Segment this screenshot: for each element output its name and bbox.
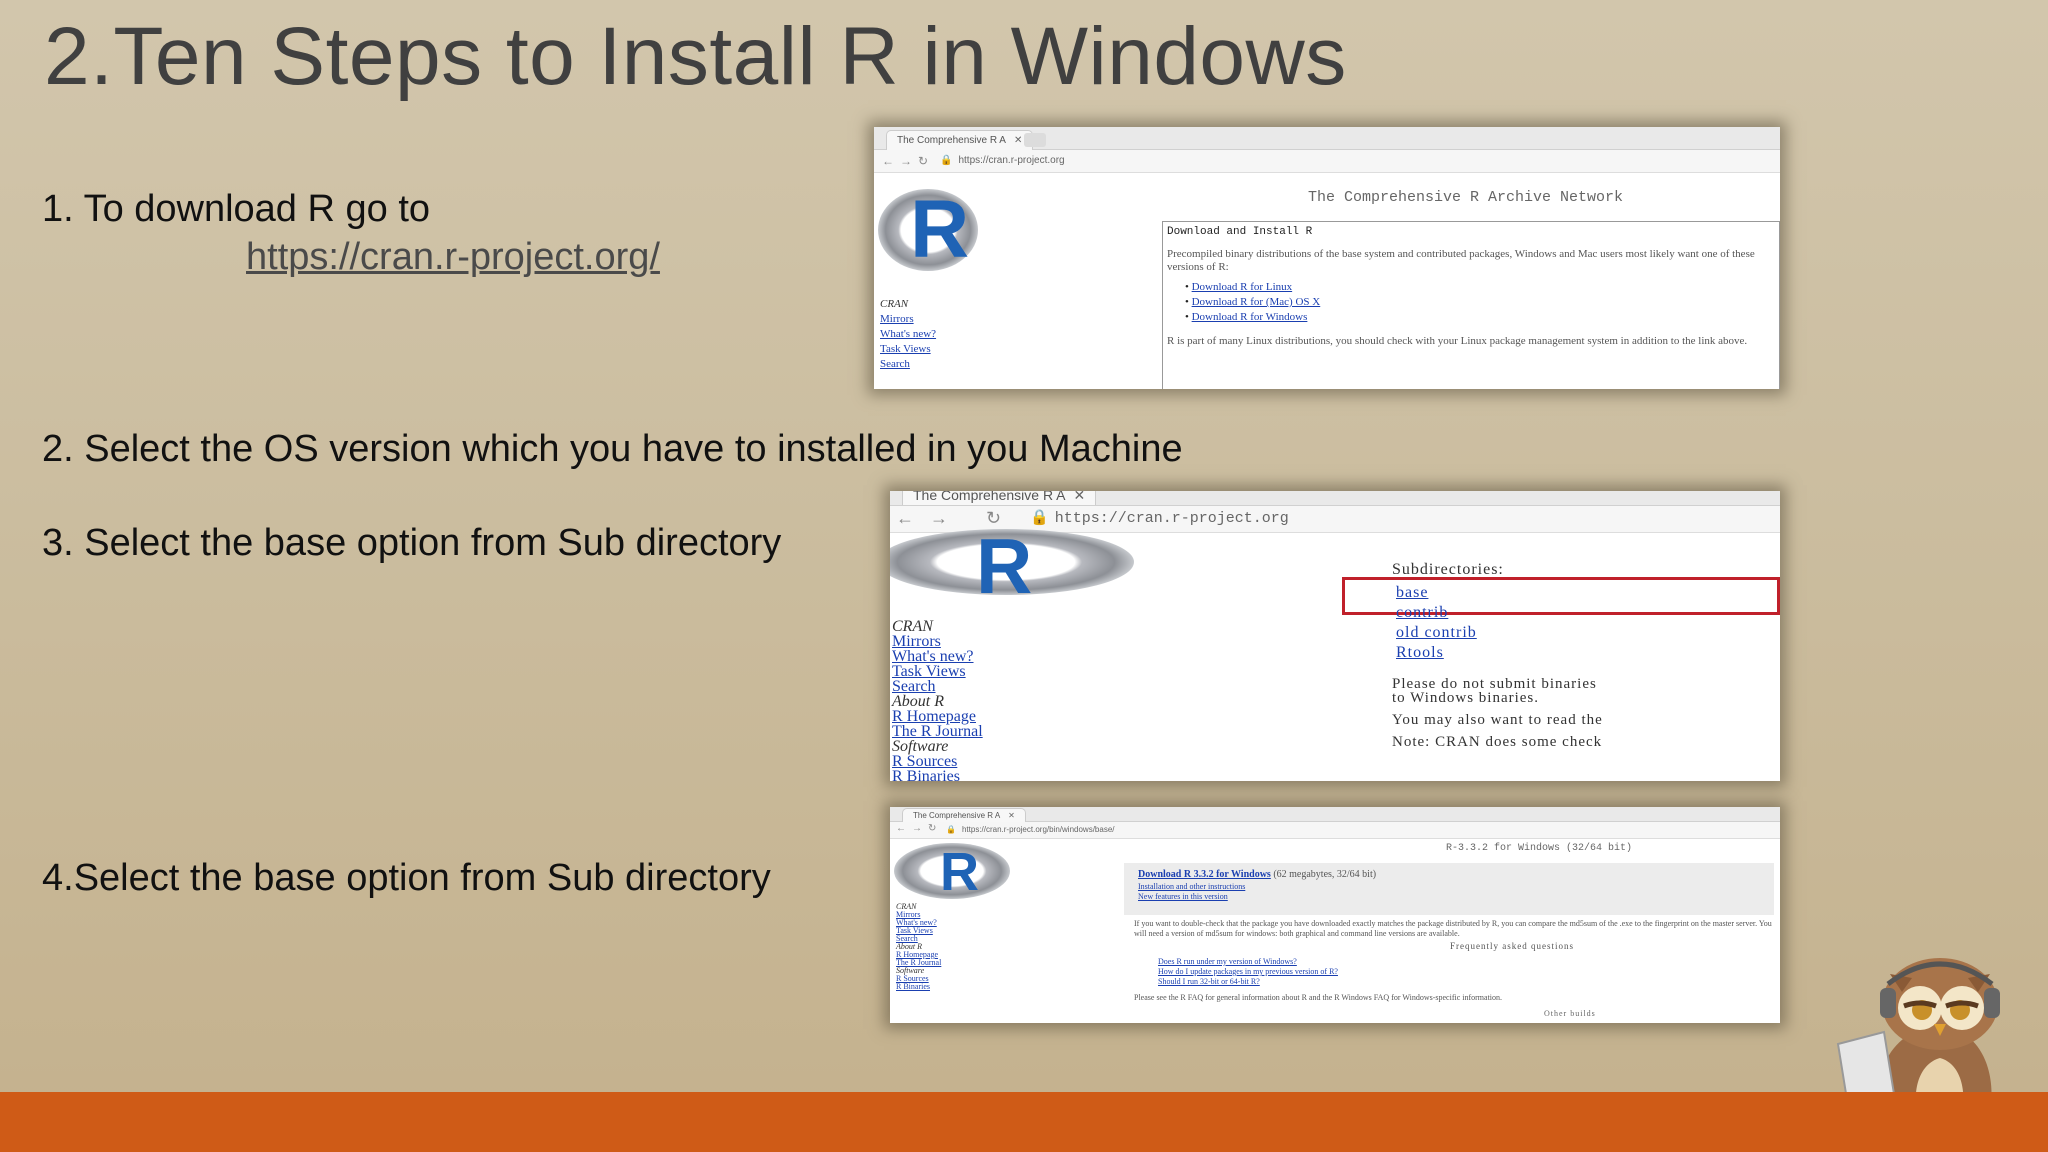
back-icon[interactable]: ← — [882, 154, 894, 168]
side-nav-cran: CRAN — [880, 298, 909, 310]
windows-page-heading: R-3.3.2 for Windows (32/64 bit) — [1446, 843, 1633, 854]
subdir-contrib[interactable]: contrib — [1396, 603, 1477, 623]
download-box-footer: R is part of many Linux distributions, y… — [1167, 335, 1748, 347]
side-nav-whats-new[interactable]: What's new? — [892, 649, 983, 665]
faq-heading: Frequently asked questions — [1450, 941, 1574, 951]
close-tab-icon[interactable]: ✕ — [1008, 811, 1015, 820]
url-field[interactable]: 🔒 https://cran.r-project.org — [1030, 509, 1289, 529]
side-nav-task-views[interactable]: Task Views — [892, 664, 983, 680]
address-bar: ← → ↻ 🔒 https://cran.r-project.org — [874, 150, 1780, 173]
url-field[interactable]: 🔒 https://cran.r-project.org — [940, 153, 1065, 168]
forward-icon[interactable]: → — [900, 154, 912, 168]
back-icon[interactable]: ← — [896, 823, 906, 834]
step-3-text: 3. Select the base option from Sub direc… — [42, 522, 782, 564]
step-1-text: 1. To download R go to — [42, 188, 431, 230]
side-nav-task-views[interactable]: Task Views — [880, 342, 936, 357]
faq-item[interactable]: Does R run under my version of Windows? — [1158, 957, 1338, 967]
side-nav-homepage[interactable]: R Homepage — [892, 709, 983, 725]
faq-footer-text: Please see the R FAQ for general informa… — [1134, 993, 1503, 1002]
side-nav-binaries[interactable]: R Binaries — [896, 983, 941, 991]
r-logo-letter: R — [976, 522, 1033, 610]
download-panel: Download R 3.3.2 for Windows (62 megabyt… — [1124, 863, 1774, 915]
subdir-rtools[interactable]: Rtools — [1396, 643, 1477, 663]
note-para3: Note: CRAN does some check — [1392, 734, 1603, 750]
new-tab-icon[interactable] — [1024, 133, 1046, 147]
side-nav-mirrors[interactable]: Mirrors — [892, 634, 983, 650]
forward-icon[interactable]: → — [912, 823, 922, 834]
r-logo-letter: R — [940, 842, 979, 902]
browser-tab-bar: The Comprehensive R A ✕ — [890, 807, 1780, 822]
browser-tab[interactable]: The Comprehensive R A ✕ — [886, 130, 1034, 150]
url-field[interactable]: 🔒 https://cran.r-project.org/bin/windows/… — [946, 824, 1114, 836]
cran-side-nav: CRAN Mirrors What's new? Task Views Sear… — [892, 619, 983, 782]
md5-paragraph: If you want to double-check that the pac… — [1134, 919, 1772, 938]
subdir-base[interactable]: base — [1396, 583, 1477, 603]
cran-home-screenshot: The Comprehensive R A ✕ ← → ↻ 🔒 https://cr… — [874, 127, 1780, 389]
note-para2: You may also want to read the — [1392, 712, 1603, 728]
new-features-link[interactable]: New features in this version — [1138, 892, 1774, 902]
subdir-old-contrib[interactable]: old contrib — [1396, 623, 1477, 643]
windows-download-screenshot: The Comprehensive R A ✕ ← → ↻ 🔒 https://cr… — [890, 807, 1780, 1023]
browser-tab[interactable]: The Comprehensive R A ✕ — [902, 491, 1097, 505]
browser-tab-bar: The Comprehensive R A ✕ — [890, 491, 1780, 506]
faq-list: Does R run under my version of Windows? … — [1158, 957, 1338, 987]
cran-heading: The Comprehensive R Archive Network — [1308, 189, 1624, 206]
side-nav-journal[interactable]: The R Journal — [892, 724, 983, 740]
installation-instructions-link[interactable]: Installation and other instructions — [1138, 882, 1774, 892]
cran-side-nav: CRAN Mirrors What's new? Task Views Sear… — [880, 297, 936, 372]
back-icon[interactable]: ← — [896, 508, 914, 529]
address-bar: ← → ↻ 🔒 https://cran.r-project.org/bin/wi… — [890, 822, 1780, 839]
lock-icon: 🔒 — [940, 155, 953, 166]
link-windows[interactable]: • Download R for Windows — [1185, 310, 1779, 325]
download-box-text: Precompiled binary distributions of the … — [1167, 248, 1755, 273]
note-para1b: to Windows binaries. — [1392, 690, 1540, 706]
side-nav-search[interactable]: Search — [892, 679, 983, 695]
step-2-text: 2. Select the OS version which you have … — [42, 428, 1183, 470]
faq-item[interactable]: How do I update packages in my previous … — [1158, 967, 1338, 977]
download-box: Download and Install R Precompiled binar… — [1162, 221, 1780, 389]
side-nav-search[interactable]: Search — [880, 357, 936, 372]
browser-tab[interactable]: The Comprehensive R A ✕ — [902, 808, 1026, 822]
subdirectories-notes: Please do not submit binaries to Windows… — [1392, 676, 1603, 750]
download-meta: (62 megabytes, 32/64 bit) — [1273, 869, 1377, 880]
link-linux[interactable]: • Download R for Linux — [1185, 280, 1779, 295]
download-r-link[interactable]: Download R 3.3.2 for Windows — [1138, 869, 1271, 880]
download-box-title: Download and Install R — [1167, 226, 1313, 238]
close-tab-icon[interactable]: ✕ — [1014, 135, 1022, 146]
forward-icon[interactable]: → — [930, 508, 948, 529]
other-builds-heading: Other builds — [1544, 1009, 1596, 1018]
side-nav-sources[interactable]: R Sources — [892, 754, 983, 770]
link-mac[interactable]: • Download R for (Mac) OS X — [1185, 295, 1779, 310]
lock-icon: 🔒 — [1030, 510, 1049, 527]
faq-item[interactable]: Should I run 32-bit or 64-bit R? — [1158, 977, 1338, 987]
note-para1: Please do not submit binaries — [1392, 676, 1597, 692]
close-tab-icon[interactable]: ✕ — [1074, 491, 1086, 503]
step-4-text: 4.Select the base option from Sub direct… — [42, 857, 771, 899]
side-nav-binaries[interactable]: R Binaries — [892, 769, 983, 782]
subdirectories-screenshot: The Comprehensive R A ✕ ← → ↻ 🔒 https://cr… — [890, 491, 1780, 781]
subdirectory-list: base contrib old contrib Rtools — [1396, 583, 1477, 663]
reload-icon[interactable]: ↻ — [918, 154, 928, 168]
r-logo-letter: R — [910, 184, 970, 275]
reload-icon[interactable]: ↻ — [928, 823, 936, 834]
side-nav-whats-new[interactable]: What's new? — [880, 327, 936, 342]
side-nav-mirrors[interactable]: Mirrors — [880, 312, 936, 327]
slide-title: 2.Ten Steps to Install R in Windows — [44, 11, 1347, 102]
lock-icon: 🔒 — [946, 825, 956, 834]
cran-side-nav: CRAN Mirrors What's new? Task Views Sear… — [896, 903, 941, 991]
footer-bar — [0, 1092, 2048, 1152]
browser-tab-bar: The Comprehensive R A ✕ — [874, 127, 1780, 150]
cran-url-link[interactable]: https://cran.r-project.org/ — [246, 236, 660, 279]
